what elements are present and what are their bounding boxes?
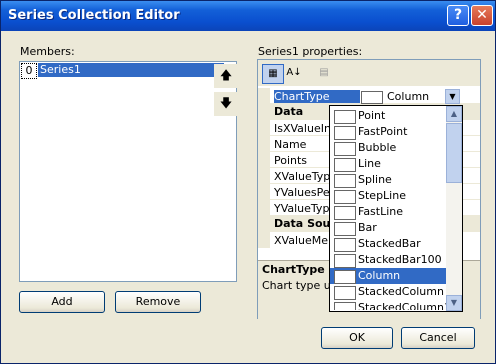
scroll-thumb[interactable] [446, 123, 462, 183]
row-margin [258, 184, 270, 200]
categorized-icon[interactable]: ▦ [262, 64, 284, 84]
item-label: Column [358, 269, 401, 282]
title-bar[interactable]: Series Collection Editor ? ✕ [1, 1, 495, 31]
list-item[interactable]: Spline [330, 172, 446, 188]
series-collection-editor-window: Series Collection Editor ? ✕ Members: 0 … [0, 0, 496, 364]
members-label: Members: [20, 45, 75, 58]
remove-button[interactable]: Remove [115, 291, 201, 313]
fastline-chart-icon [334, 206, 356, 220]
row-margin [258, 152, 270, 168]
property-name: ChartType [274, 90, 360, 103]
item-label: FastLine [358, 205, 404, 218]
bubble-chart-icon [334, 142, 356, 156]
window-title: Series Collection Editor [8, 8, 180, 23]
scroll-up-icon[interactable]: ▲ [446, 106, 462, 122]
arrow-up-icon: 🡅 [219, 68, 233, 82]
item-label: StepLine [358, 189, 406, 202]
list-item[interactable]: Bubble [330, 140, 446, 156]
chart-type-combo[interactable]: Column ▼ [361, 89, 461, 104]
scroll-down-icon[interactable]: ▼ [446, 295, 462, 311]
stackedcolumn-chart-icon [334, 286, 356, 300]
member-index: 0 [21, 63, 37, 79]
list-item[interactable]: FastLine [330, 204, 446, 220]
row-margin [258, 200, 270, 216]
help-button[interactable]: ? [447, 5, 469, 26]
list-item[interactable]: StackedColumn100 [330, 300, 446, 310]
chevron-down-icon[interactable]: ▼ [445, 89, 460, 104]
member-name[interactable]: Series1 [38, 63, 224, 77]
property-toolbar: ▦ A↓ ▤ [258, 60, 480, 86]
cancel-button[interactable]: Cancel [401, 327, 475, 349]
list-item[interactable]: 0 Series1 [20, 62, 236, 79]
item-label: Point [358, 109, 386, 122]
list-item[interactable]: FastPoint [330, 124, 446, 140]
spline-chart-icon [334, 174, 356, 188]
fastpoint-chart-icon [334, 126, 356, 140]
close-button[interactable]: ✕ [471, 5, 493, 26]
move-down-button[interactable]: 🡇 [214, 92, 238, 116]
row-margin [258, 136, 270, 152]
row-margin [258, 232, 270, 248]
property-pages-icon[interactable]: ▤ [314, 64, 334, 82]
stepline-chart-icon [334, 190, 356, 204]
properties-label: Series1 properties: [258, 45, 363, 58]
item-label: FastPoint [358, 125, 408, 138]
item-label: StackedBar100 [358, 253, 442, 266]
item-label: StackedBar [358, 237, 421, 250]
move-up-button[interactable]: 🡅 [214, 64, 238, 88]
item-label: Bubble [358, 141, 397, 154]
alphabetical-icon[interactable]: A↓ [284, 64, 304, 82]
bar-chart-icon [334, 222, 356, 236]
list-item[interactable]: StackedBar [330, 236, 446, 252]
row-margin [258, 168, 270, 184]
collapse-icon [258, 104, 270, 120]
list-item[interactable]: StackedBar100 [330, 252, 446, 268]
point-chart-icon [334, 110, 356, 124]
stackedbar100-chart-icon [334, 254, 356, 268]
list-item[interactable]: Point [330, 108, 446, 124]
stackedbar-chart-icon [334, 238, 356, 252]
collapse-icon [258, 216, 270, 232]
list-item[interactable]: StackedColumn [330, 284, 446, 300]
chart-type-dropdown[interactable]: Point FastPoint Bubble Line Spline StepL… [329, 105, 463, 312]
row-margin [258, 120, 270, 136]
item-label: StackedColumn [358, 285, 444, 298]
column-chart-icon [334, 270, 356, 284]
line-chart-icon [334, 158, 356, 172]
item-label: Spline [358, 173, 392, 186]
stackedcolumn100-chart-icon [334, 302, 356, 310]
add-button[interactable]: Add [19, 291, 105, 313]
help-description: Chart type us [262, 279, 337, 292]
list-item[interactable]: Column [330, 268, 446, 284]
chart-type-value: Column [387, 90, 430, 103]
dropdown-scrollbar[interactable]: ▲ ▼ [446, 106, 462, 311]
item-label: Bar [358, 221, 377, 234]
ok-button[interactable]: OK [321, 327, 393, 349]
list-item[interactable]: Line [330, 156, 446, 172]
list-item[interactable]: Bar [330, 220, 446, 236]
item-label: Line [358, 157, 381, 170]
help-title: ChartType [262, 263, 325, 276]
row-margin [258, 88, 270, 104]
members-list[interactable]: 0 Series1 [19, 61, 237, 282]
column-chart-icon [361, 91, 383, 104]
arrow-down-icon: 🡇 [219, 96, 233, 110]
list-item[interactable]: StepLine [330, 188, 446, 204]
item-label: StackedColumn100 [358, 301, 446, 310]
